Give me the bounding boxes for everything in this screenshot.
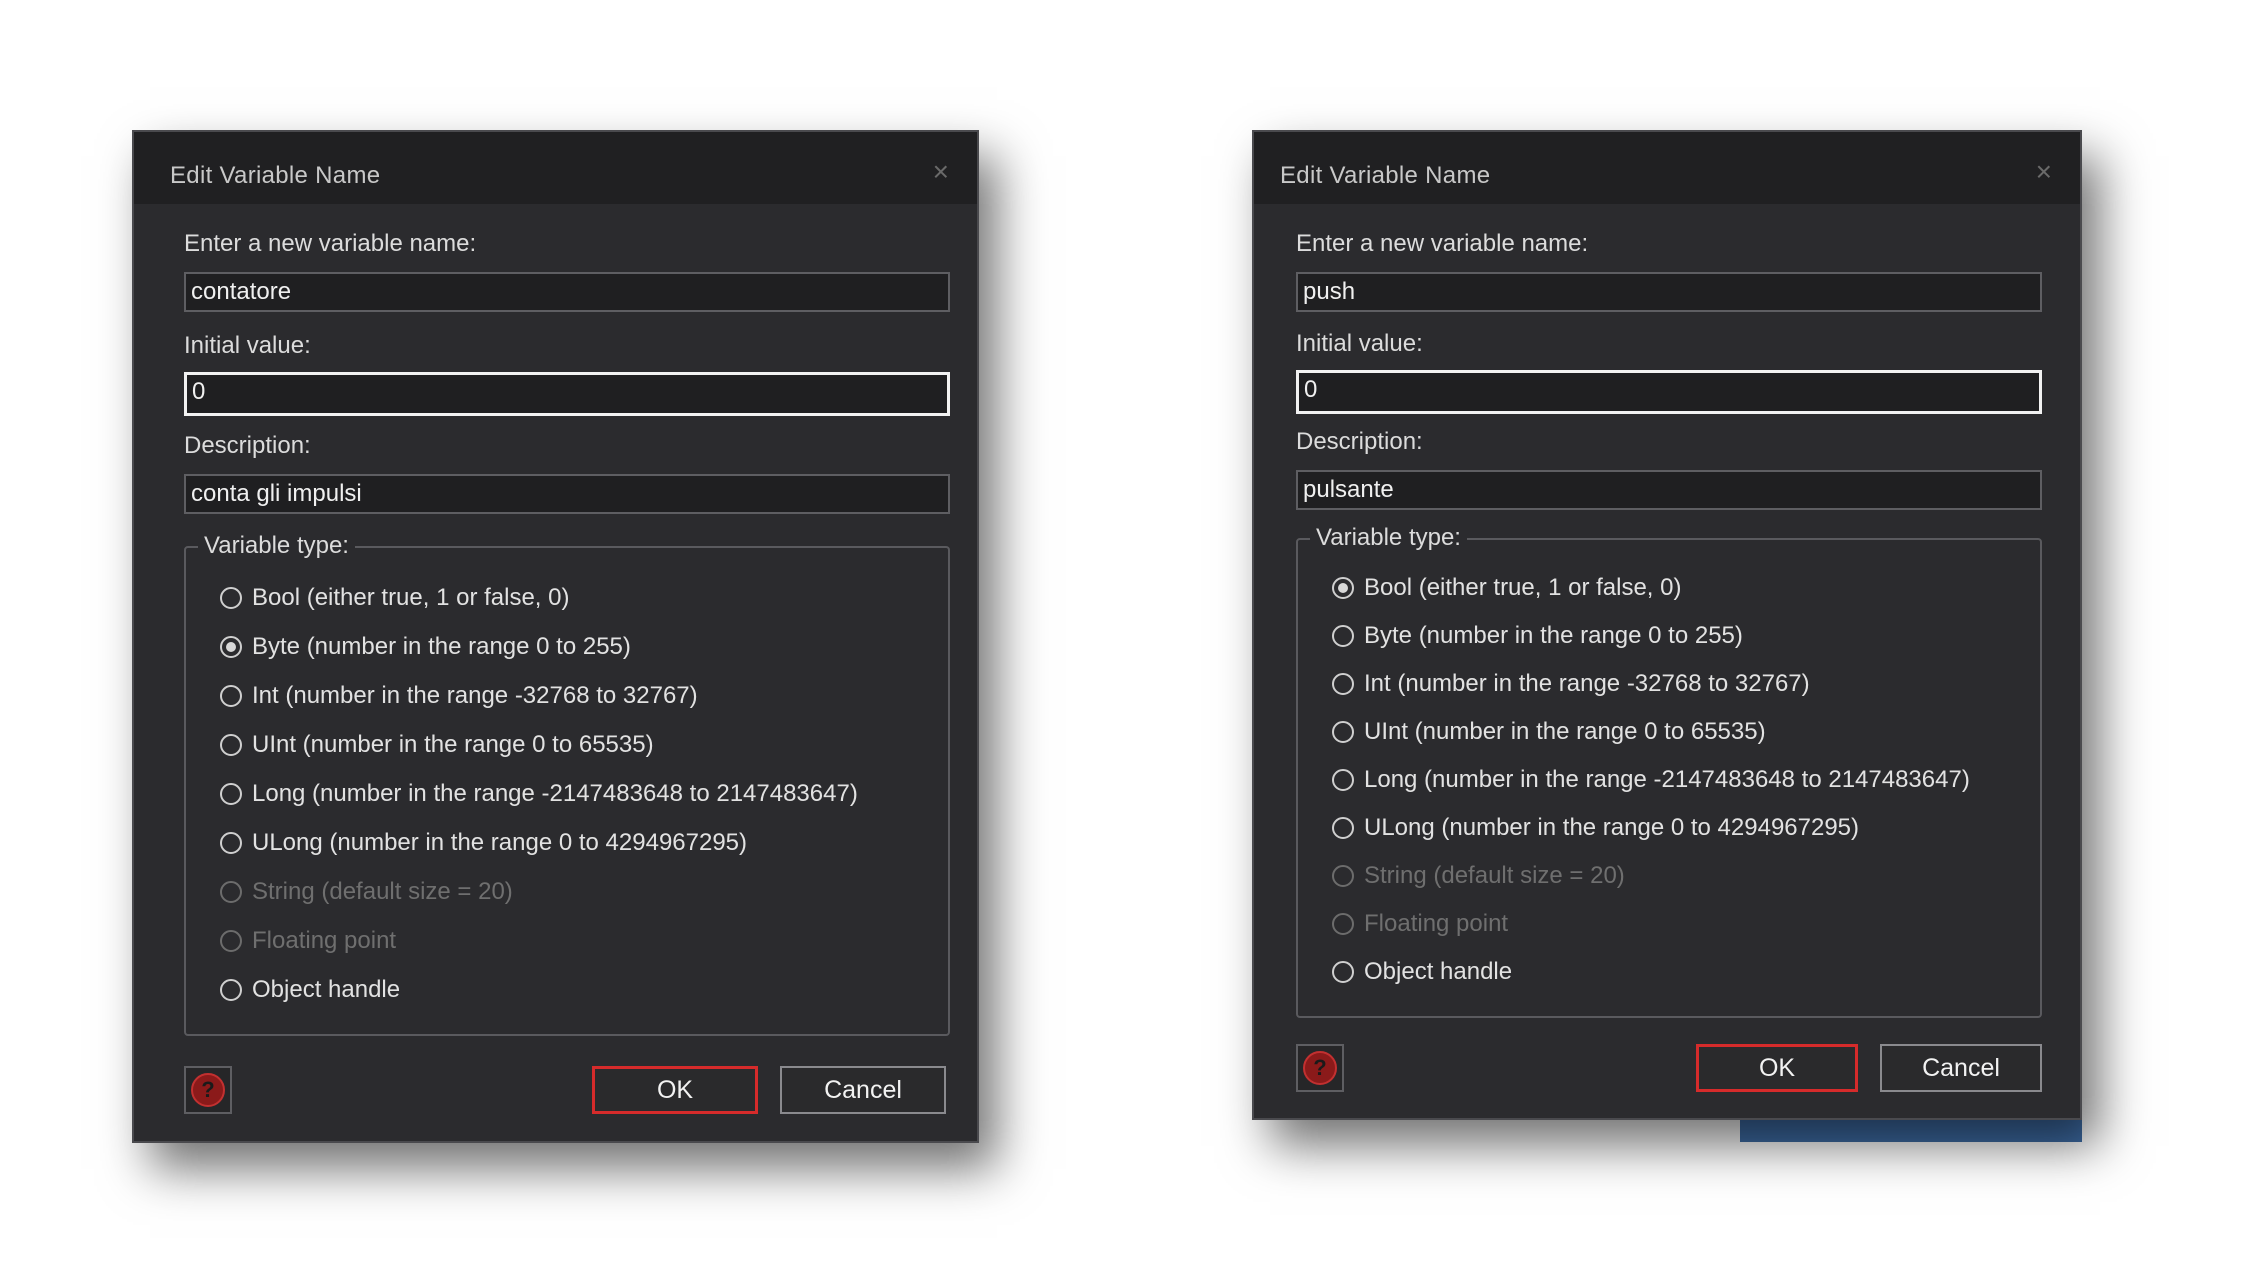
radio-bool[interactable]: Bool (either true, 1 or false, 0) <box>220 582 569 614</box>
radio-button[interactable] <box>220 734 242 756</box>
radio-bool[interactable]: Bool (either true, 1 or false, 0) <box>1332 572 1681 604</box>
ok-button[interactable]: OK <box>592 1066 758 1114</box>
edit-variable-dialog-left: Edit Variable Name × Enter a new variabl… <box>132 130 979 1143</box>
help-icon: ? <box>1303 1051 1337 1085</box>
background-window-edge <box>1740 1118 2082 1142</box>
variable-type-legend: Variable type: <box>1310 524 1467 552</box>
radio-label: Floating point <box>252 927 397 954</box>
radio-button-disabled <box>220 881 242 903</box>
title-bar[interactable]: Edit Variable Name × <box>134 132 977 204</box>
radio-button[interactable] <box>220 587 242 609</box>
variable-type-group: Variable type: Bool (either true, 1 or f… <box>1296 524 2042 1018</box>
ok-button[interactable]: OK <box>1696 1044 1858 1092</box>
radio-label: Object handle <box>252 976 401 1003</box>
radio-string: String (default size = 20) <box>220 876 513 908</box>
radio-label: ULong (number in the range 0 to 42949672… <box>252 829 748 856</box>
description-label: Description: <box>184 432 311 459</box>
radio-button[interactable] <box>220 685 242 707</box>
radio-button[interactable] <box>1332 721 1354 743</box>
radio-button-selected[interactable] <box>1332 577 1354 599</box>
name-label: Enter a new variable name: <box>184 230 477 257</box>
radio-button[interactable] <box>220 832 242 854</box>
radio-floating-point: Floating point <box>1332 908 1508 940</box>
initial-value-label: Initial value: <box>1296 330 1423 357</box>
radio-button[interactable] <box>1332 769 1354 791</box>
radio-ulong[interactable]: ULong (number in the range 0 to 42949672… <box>1332 812 1859 844</box>
radio-label: String (default size = 20) <box>252 878 513 905</box>
radio-byte[interactable]: Byte (number in the range 0 to 255) <box>1332 620 1743 652</box>
radio-label: UInt (number in the range 0 to 65535) <box>1364 718 1766 745</box>
description-input[interactable]: conta gli impulsi <box>184 474 950 514</box>
radio-label: String (default size = 20) <box>1364 862 1625 889</box>
description-input[interactable]: pulsante <box>1296 470 2042 510</box>
help-icon: ? <box>191 1073 225 1107</box>
dialog-title: Edit Variable Name <box>170 162 381 189</box>
radio-uint[interactable]: UInt (number in the range 0 to 65535) <box>220 729 654 761</box>
radio-object-handle[interactable]: Object handle <box>220 974 400 1006</box>
radio-label: Int (number in the range -32768 to 32767… <box>1364 670 1810 697</box>
title-bar[interactable]: Edit Variable Name × <box>1254 132 2080 204</box>
radio-button[interactable] <box>1332 961 1354 983</box>
radio-int[interactable]: Int (number in the range -32768 to 32767… <box>1332 668 1810 700</box>
radio-byte[interactable]: Byte (number in the range 0 to 255) <box>220 631 631 663</box>
radio-label: Int (number in the range -32768 to 32767… <box>252 682 698 709</box>
dialog-title: Edit Variable Name <box>1280 162 1491 189</box>
radio-button-disabled <box>220 930 242 952</box>
radio-ulong[interactable]: ULong (number in the range 0 to 42949672… <box>220 827 747 859</box>
radio-button[interactable] <box>1332 625 1354 647</box>
radio-button-disabled <box>1332 913 1354 935</box>
name-label: Enter a new variable name: <box>1296 230 1589 257</box>
radio-uint[interactable]: UInt (number in the range 0 to 65535) <box>1332 716 1766 748</box>
cancel-button[interactable]: Cancel <box>1880 1044 2042 1092</box>
radio-button[interactable] <box>1332 817 1354 839</box>
radio-button[interactable] <box>220 979 242 1001</box>
radio-button-disabled <box>1332 865 1354 887</box>
radio-button-selected[interactable] <box>220 636 242 658</box>
initial-value-input[interactable]: 0 <box>184 372 950 416</box>
close-icon[interactable]: × <box>933 158 949 186</box>
radio-object-handle[interactable]: Object handle <box>1332 956 1512 988</box>
radio-label: Bool (either true, 1 or false, 0) <box>1364 574 1682 601</box>
radio-label: Object handle <box>1364 958 1513 985</box>
help-button[interactable]: ? <box>184 1066 232 1114</box>
variable-type-legend: Variable type: <box>198 532 355 560</box>
radio-string: String (default size = 20) <box>1332 860 1625 892</box>
radio-long[interactable]: Long (number in the range -2147483648 to… <box>1332 764 1970 796</box>
edit-variable-dialog-right: Edit Variable Name × Enter a new variabl… <box>1252 130 2082 1120</box>
initial-value-label: Initial value: <box>184 332 311 359</box>
radio-label: Long (number in the range -2147483648 to… <box>1364 766 1970 793</box>
radio-label: Byte (number in the range 0 to 255) <box>252 633 631 660</box>
radio-label: UInt (number in the range 0 to 65535) <box>252 731 654 758</box>
radio-floating-point: Floating point <box>220 925 396 957</box>
variable-name-input[interactable]: contatore <box>184 272 950 312</box>
radio-button[interactable] <box>220 783 242 805</box>
radio-label: Byte (number in the range 0 to 255) <box>1364 622 1743 649</box>
radio-long[interactable]: Long (number in the range -2147483648 to… <box>220 778 858 810</box>
variable-type-group: Variable type: Bool (either true, 1 or f… <box>184 532 950 1036</box>
radio-label: Long (number in the range -2147483648 to… <box>252 780 858 807</box>
radio-label: Floating point <box>1364 910 1509 937</box>
radio-label: Bool (either true, 1 or false, 0) <box>252 584 570 611</box>
initial-value-input[interactable]: 0 <box>1296 370 2042 414</box>
radio-label: ULong (number in the range 0 to 42949672… <box>1364 814 1860 841</box>
help-button[interactable]: ? <box>1296 1044 1344 1092</box>
description-label: Description: <box>1296 428 1423 455</box>
radio-button[interactable] <box>1332 673 1354 695</box>
close-icon[interactable]: × <box>2036 158 2052 186</box>
cancel-button[interactable]: Cancel <box>780 1066 946 1114</box>
variable-name-input[interactable]: push <box>1296 272 2042 312</box>
radio-int[interactable]: Int (number in the range -32768 to 32767… <box>220 680 698 712</box>
